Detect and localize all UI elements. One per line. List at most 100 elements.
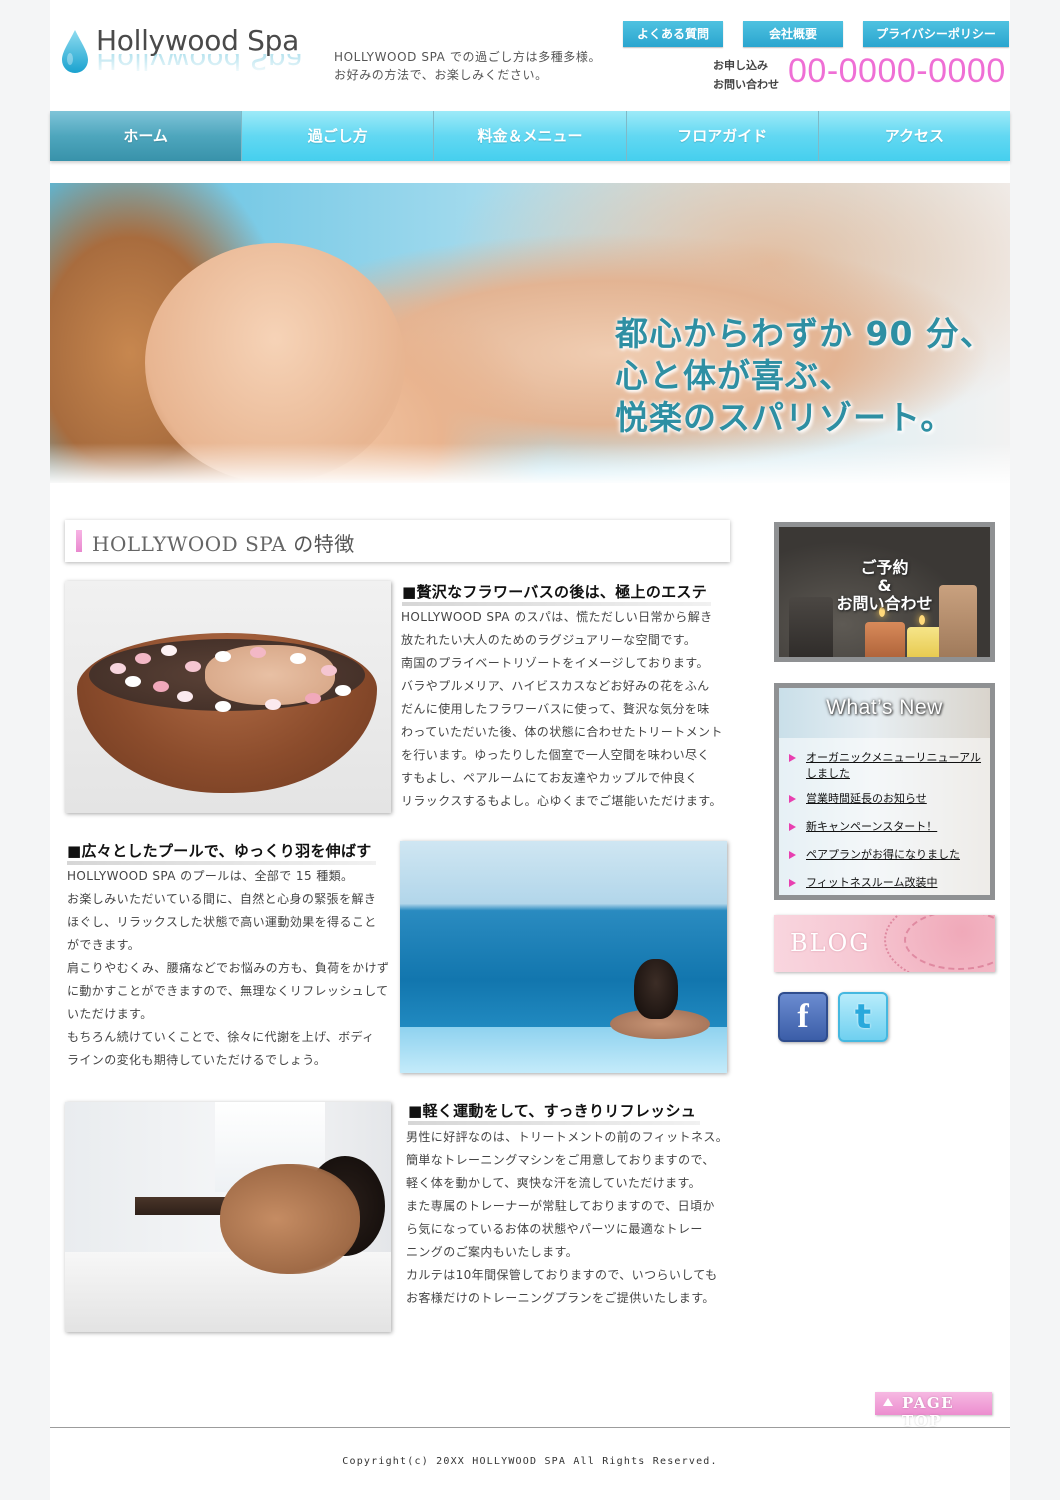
feature-line: わっていただいた後、体の状態に合わせたトリートメント — [401, 725, 723, 739]
nav-item-price-menu[interactable]: 料金＆メニュー — [434, 111, 627, 161]
facebook-icon[interactable]: f — [778, 992, 828, 1042]
news-item-label: 新キャンペーンスタート！ — [806, 820, 938, 833]
contact-label-apply: お申し込み — [713, 59, 768, 72]
news-item[interactable]: ペアプランがお得になりました — [789, 847, 989, 863]
twitter-glyph: t — [854, 997, 872, 1037]
tagline-line: HOLLYWOOD SPA での過ごし方は多種多様。 — [334, 50, 602, 64]
news-item-label: しました — [806, 767, 850, 780]
petal — [161, 645, 177, 656]
feature-line: 肩こりやむくみ、腰痛などでお悩みの方も、負荷をかけず — [67, 961, 390, 975]
flame — [919, 615, 925, 625]
feature-body: HOLLYWOOD SPA のプールは、全部で 15 種類。 お楽しみいただいて… — [67, 865, 389, 1072]
water-drop-icon — [62, 30, 88, 73]
facebook-glyph: f — [797, 998, 809, 1035]
petal — [153, 681, 169, 692]
news-item[interactable]: オーガニックメニューリニューアル しました — [789, 750, 989, 782]
blog-label: BLOG — [790, 929, 871, 957]
features-title: HOLLYWOOD SPA の特徴 — [65, 520, 730, 562]
petal — [321, 665, 337, 676]
hero-image: 都心からわずか 90 分、 心と体が喜ぶ、 悦楽のスパリゾート。 — [50, 183, 1010, 483]
petal — [125, 676, 141, 687]
main-nav: ホーム 過ごし方 料金＆メニュー フロアガイド アクセス — [50, 111, 1011, 161]
feature-body: HOLLYWOOD SPA のスパは、慌ただしい日常から解き 放たれたい大人のた… — [401, 606, 723, 813]
nav-item-access[interactable]: アクセス — [818, 111, 1011, 161]
reservation-line: ご予約 — [860, 558, 909, 577]
reservation-banner[interactable]: ご予約 & お問い合わせ — [774, 522, 995, 662]
contact-labels: お申し込み お問い合わせ — [713, 56, 779, 94]
company-button[interactable]: 会社概要 — [743, 21, 843, 47]
feature-line: もちろん続けていくことで、徐々に代謝を上げ、ボディ — [67, 1030, 375, 1044]
feature-line: ラインの変化も期待していただけるでしょう。 — [67, 1053, 327, 1067]
nav-item-floor-guide[interactable]: フロアガイド — [626, 111, 819, 161]
petal — [290, 653, 306, 664]
news-item-label: 営業時間延長のお知らせ — [806, 792, 927, 805]
news-item[interactable]: 営業時間延長のお知らせ — [789, 791, 989, 807]
petal — [110, 663, 126, 674]
pool-photo — [400, 841, 727, 1073]
phone-number[interactable]: 00-0000-0000 — [788, 52, 1006, 91]
man-face — [220, 1164, 360, 1274]
feature-heading: ■広々としたプールで、ゆっくり羽を伸ばす — [67, 841, 376, 865]
twitter-icon[interactable]: t — [838, 992, 888, 1042]
feature-line: HOLLYWOOD SPA のスパは、慌ただしい日常から解き — [401, 610, 713, 624]
feature-line: リラックスするもよし。心ゆくまでご堪能いただけます。 — [401, 794, 722, 808]
feature-line: に動かすことができますので、無理なくリフレッシュして — [67, 984, 389, 998]
hero-fade — [50, 443, 1010, 483]
blog-banner[interactable]: BLOG — [774, 915, 995, 972]
page-top-button[interactable]: PAGE TOP — [875, 1392, 992, 1430]
site-logo[interactable]: Hollywood Spa Hollywood Spa — [60, 24, 320, 84]
swimmer-head — [634, 959, 678, 1019]
contact-label-inquiry: お問い合わせ — [713, 78, 779, 91]
feature-heading: ■軽く運動をして、すっきりリフレッシュ — [408, 1101, 701, 1125]
feature-body: 男性に好評なのは、トリートメントの前のフィットネス。 簡単なトレーニングマシンを… — [406, 1126, 728, 1310]
reservation-text: ご予約 & お問い合わせ — [779, 559, 990, 613]
feature-line: いただけます。 — [67, 1007, 153, 1021]
news-item-label: ペアプランがお得になりました — [806, 848, 960, 861]
reservation-line: & — [877, 576, 892, 595]
feature-line: バラやプルメリア、ハイビスカスなどお好みの花をふん — [401, 679, 710, 693]
tagline: HOLLYWOOD SPA での過ごし方は多種多様。 お好みの方法で、お楽しみく… — [334, 48, 601, 84]
feature-line: を行います。ゆったりした個室で一人空間を味わい尽く — [401, 748, 710, 762]
logo-text: Hollywood Spa — [96, 24, 299, 57]
hero-copy-line: 悦楽のスパリゾート。 — [615, 398, 955, 437]
nav-item-home[interactable]: ホーム — [50, 111, 243, 161]
feature-line: HOLLYWOOD SPA のプールは、全部で 15 種類。 — [67, 869, 354, 883]
footer-divider — [50, 1427, 1010, 1428]
up-arrow-icon — [883, 1398, 893, 1406]
title-accent-bar — [76, 530, 82, 552]
copyright: Copyright(c) 20XX HOLLYWOOD SPA All Righ… — [342, 1456, 718, 1467]
page-top-label: PAGE TOP — [902, 1394, 955, 1430]
feature-line: だんに使用したフラワーバスに使って、贅沢な気分を味 — [401, 702, 710, 716]
arrow-icon — [789, 823, 796, 831]
feature-line: カルテは10年間保管しておりますので、いつらいしても — [406, 1268, 718, 1282]
towel — [65, 1252, 391, 1332]
hero-copy-line: 心と体が喜ぶ、 — [615, 356, 853, 395]
petal — [215, 651, 231, 662]
feature-line: 軽く体を動かして、爽快な汗を流していただけます。 — [406, 1176, 702, 1190]
feature-line: 簡単なトレーニングマシンをご用意しておりますので、 — [406, 1153, 715, 1167]
feature-line: また専属のトレーナーが常駐しておりますので、日頃か — [406, 1199, 715, 1213]
petal — [177, 691, 193, 702]
hero-copy-line: 都心からわずか 90 分、 — [615, 314, 994, 353]
reservation-line: お問い合わせ — [836, 594, 933, 613]
privacy-policy-button[interactable]: プライバシーポリシー — [863, 21, 1009, 47]
petal — [135, 653, 151, 664]
hero-copy: 都心からわずか 90 分、 心と体が喜ぶ、 悦楽のスパリゾート。 — [615, 313, 994, 439]
feature-line: お楽しみいただいている間に、自然と心身の緊張を解き — [67, 892, 377, 906]
features-title-suffix: の特徴 — [293, 532, 355, 556]
faq-button[interactable]: よくある質問 — [623, 21, 723, 47]
petal — [265, 699, 281, 710]
feature-line: ほぐし、リラックスした状態で高い運動効果を得ること — [67, 915, 377, 929]
page: Hollywood Spa Hollywood Spa HOLLYWOOD SP… — [50, 0, 1011, 1500]
news-item[interactable]: フィットネスルーム改装中 — [789, 875, 989, 891]
feature-line: 男性に好評なのは、トリートメントの前のフィットネス。 — [406, 1130, 729, 1144]
candle — [865, 622, 905, 657]
features-title-text: HOLLYWOOD SPA の特徴 — [92, 528, 355, 557]
news-item[interactable]: 新キャンペーンスタート！ — [789, 819, 989, 835]
arrow-icon — [789, 754, 796, 762]
arrow-icon — [789, 879, 796, 887]
arrow-icon — [789, 851, 796, 859]
petal — [185, 661, 201, 672]
nav-item-how-to-spend[interactable]: 過ごし方 — [242, 111, 435, 161]
feature-line: お客様だけのトレーニングプランをご提供いたします。 — [406, 1291, 715, 1305]
